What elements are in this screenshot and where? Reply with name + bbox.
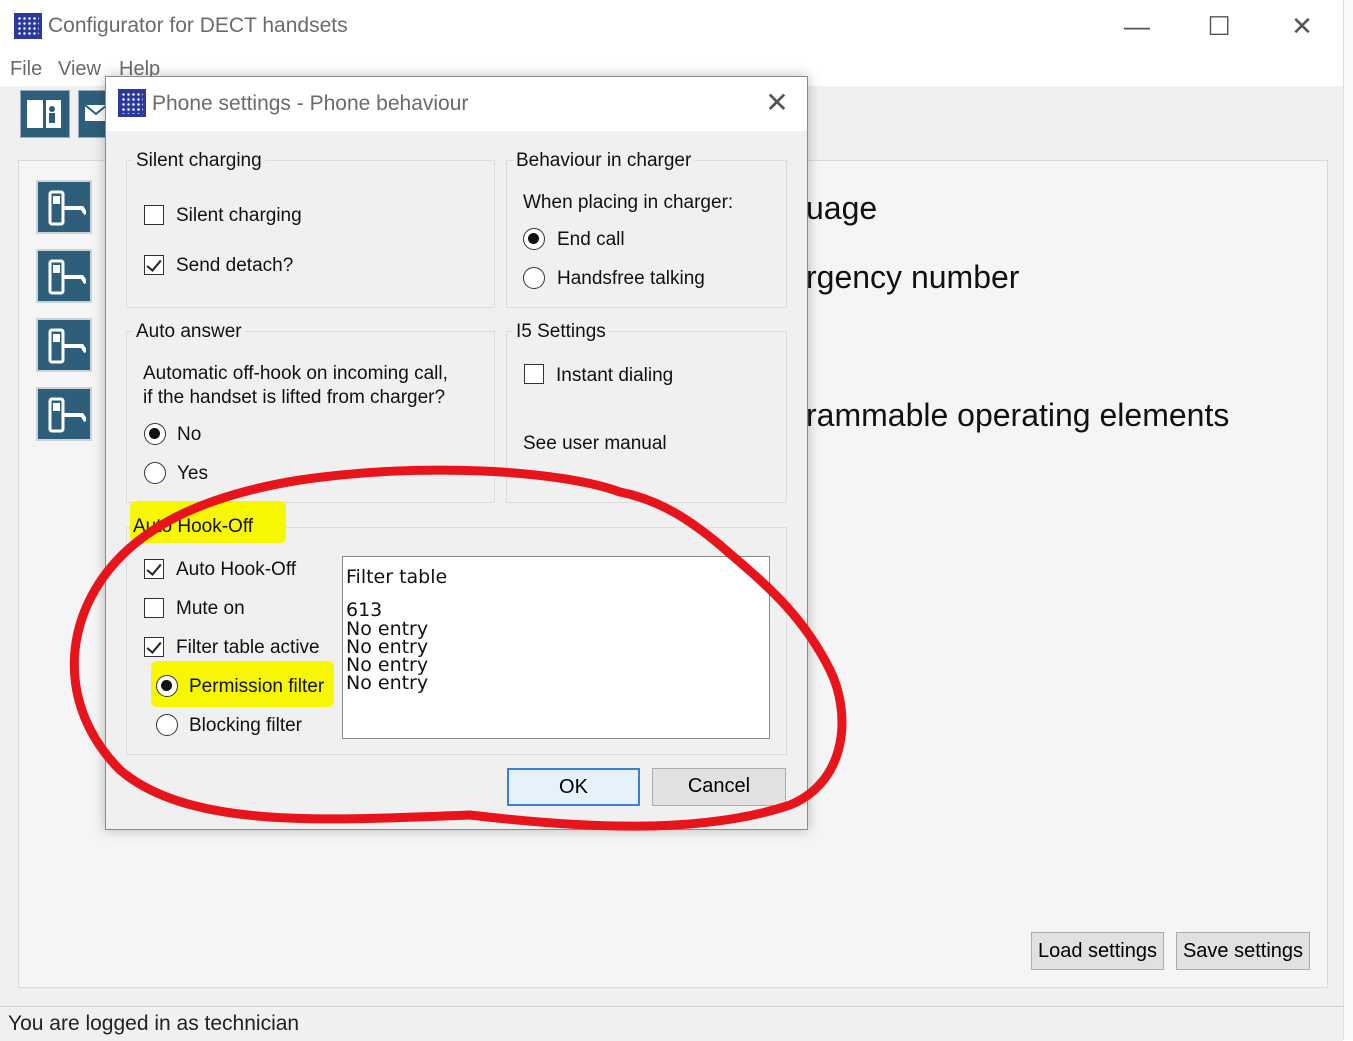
auto-answer-description-1: Automatic off-hook on incoming call, <box>143 363 448 384</box>
auto-hook-off-checkbox[interactable] <box>144 559 164 579</box>
handset-settings-button-2[interactable] <box>36 249 92 303</box>
filter-table-header: Filter table <box>346 566 448 588</box>
handset-wrench-icon <box>48 190 86 226</box>
handset-wrench-icon <box>48 328 86 364</box>
menu-file[interactable]: File <box>10 58 42 81</box>
handset-settings-button-3[interactable] <box>36 318 92 372</box>
auto-answer-yes-radio[interactable] <box>144 462 166 484</box>
emergency-number-heading[interactable]: rgency number <box>806 259 1019 296</box>
menu-view[interactable]: View <box>58 58 101 81</box>
language-heading[interactable]: uage <box>806 190 877 227</box>
i5-settings-group-title: I5 Settings <box>513 321 609 343</box>
handsfree-talking-label: Handsfree talking <box>557 268 705 289</box>
silent-charging-checkbox[interactable] <box>144 205 164 225</box>
dialog-title: Phone settings - Phone behaviour <box>152 92 469 115</box>
handset-book-tool-button[interactable] <box>20 90 70 138</box>
handsfree-talking-radio[interactable] <box>523 267 545 289</box>
blocking-filter-radio[interactable] <box>156 714 178 736</box>
cancel-button[interactable]: Cancel <box>652 768 786 806</box>
silent-charging-label: Silent charging <box>176 205 302 226</box>
filter-table-active-checkbox[interactable] <box>144 637 164 657</box>
permission-filter-radio[interactable] <box>156 675 178 697</box>
handset-settings-button-1[interactable] <box>36 180 92 234</box>
minimize-icon[interactable]: — <box>1112 8 1162 44</box>
login-status-text: You are logged in as technician <box>8 1012 300 1035</box>
background-window-edge <box>1343 0 1353 1040</box>
instant-dialing-checkbox[interactable] <box>524 364 544 384</box>
mute-on-checkbox[interactable] <box>144 598 164 618</box>
ok-button[interactable]: OK <box>507 768 640 806</box>
handset-wrench-icon <box>48 259 86 295</box>
filter-table-active-label: Filter table active <box>176 637 320 658</box>
message-tool-button[interactable] <box>78 90 108 138</box>
behaviour-in-charger-group-title: Behaviour in charger <box>513 150 695 172</box>
i5-settings-group <box>506 331 787 503</box>
auto-answer-no-label: No <box>177 424 202 445</box>
end-call-label: End call <box>557 229 625 250</box>
auto-answer-description-2: if the handset is lifted from charger? <box>143 387 446 408</box>
see-user-manual-note: See user manual <box>523 433 667 454</box>
filter-table-row[interactable]: No entry <box>346 674 428 693</box>
handset-wrench-icon <box>48 397 86 433</box>
instant-dialing-label: Instant dialing <box>556 365 674 386</box>
silent-charging-group <box>126 160 495 308</box>
auto-hook-off-group-title: Auto Hook-Off <box>133 516 254 537</box>
maximize-icon[interactable]: ☐ <box>1194 8 1244 44</box>
silent-charging-group-title: Silent charging <box>133 150 265 172</box>
auto-answer-no-radio[interactable] <box>144 423 166 445</box>
envelope-icon <box>84 104 108 121</box>
send-detach-checkbox[interactable] <box>144 255 164 275</box>
filter-table-row[interactable]: 613 <box>346 601 382 620</box>
app-title: Configurator for DECT handsets <box>48 14 348 37</box>
close-window-icon[interactable]: ✕ <box>1277 8 1327 44</box>
app-logo-icon <box>14 13 42 39</box>
dialog-logo-icon <box>118 89 146 117</box>
permission-filter-label: Permission filter <box>189 676 325 697</box>
dialog-close-icon[interactable]: ✕ <box>755 84 799 122</box>
auto-hook-off-label: Auto Hook-Off <box>176 559 297 580</box>
handset-settings-button-4[interactable] <box>36 387 92 441</box>
charger-prompt: When placing in charger: <box>523 192 734 213</box>
programmable-elements-heading[interactable]: rammable operating elements <box>806 397 1229 434</box>
mute-on-label: Mute on <box>176 598 245 619</box>
send-detach-label: Send detach? <box>176 255 294 276</box>
blocking-filter-label: Blocking filter <box>189 715 302 736</box>
end-call-radio[interactable] <box>523 228 545 250</box>
load-settings-button[interactable]: Load settings <box>1031 932 1164 970</box>
book-person-icon <box>27 100 61 128</box>
auto-answer-group-title: Auto answer <box>133 321 245 343</box>
save-settings-button[interactable]: Save settings <box>1176 932 1310 970</box>
auto-answer-yes-label: Yes <box>177 463 208 484</box>
